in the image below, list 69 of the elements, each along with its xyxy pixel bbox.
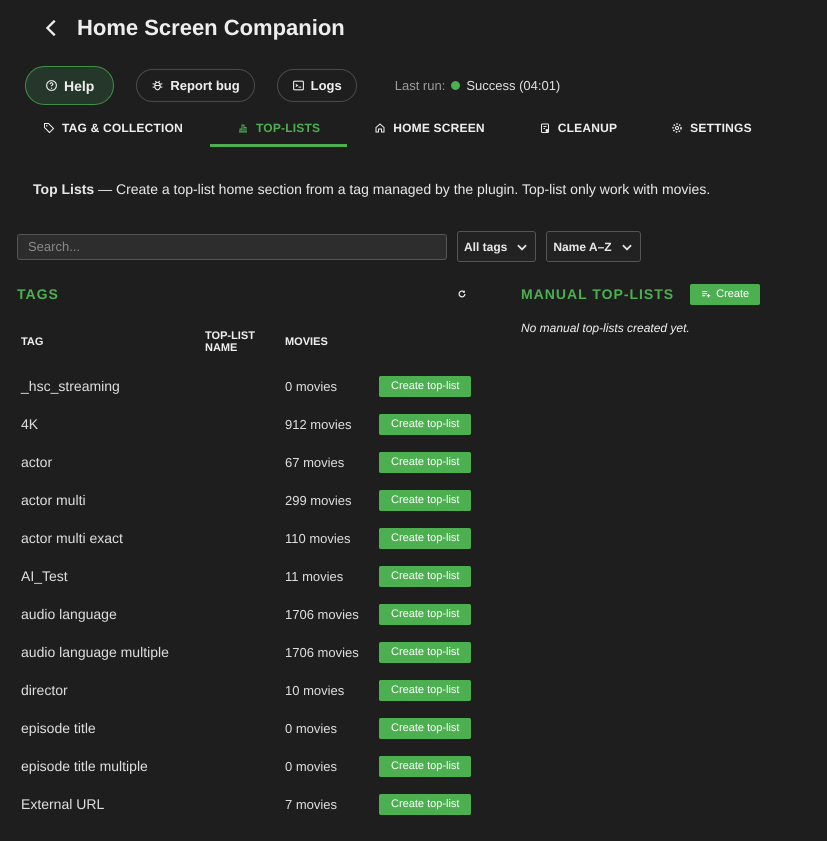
refresh-button[interactable]: [457, 289, 467, 299]
table-cell-text: External URL: [20, 796, 106, 812]
create-top-list-button[interactable]: Create top-list: [379, 604, 472, 624]
create-top-list-button[interactable]: Create top-list: [379, 490, 472, 510]
playlist-add-icon: [701, 289, 712, 299]
column-header: TOP-LIST NAME: [205, 330, 256, 354]
create-top-list-button[interactable]: Create top-list: [379, 566, 472, 586]
table-cell-text: audio language multiple: [20, 644, 170, 660]
tag-filter-dropdown[interactable]: All tags: [457, 231, 536, 262]
table-cell-text: 110 movies: [285, 530, 352, 546]
table-cell-text: 10 movies: [285, 682, 346, 698]
table-cell-text: 11 movies: [285, 568, 344, 584]
tab[interactable]: TOP-LISTS: [210, 111, 348, 147]
tab[interactable]: HOME SCREEN: [347, 111, 512, 147]
table-cell-text: actor multi exact: [20, 530, 124, 546]
create-top-list-button[interactable]: Create top-list: [379, 680, 472, 700]
table-cell-text: 0 movies: [285, 758, 338, 774]
tab[interactable]: CLEANUP: [512, 111, 644, 147]
create-top-list-button[interactable]: Create top-list: [379, 452, 472, 472]
last-run-label: Last run:: [394, 78, 446, 93]
bug-icon: [151, 79, 164, 92]
create-top-list-button[interactable]: Create top-list: [379, 642, 472, 662]
search-field[interactable]: Search...: [17, 234, 447, 260]
empty-message: No manual top-lists created yet.: [521, 321, 691, 335]
description-text: Top Lists — Create a top-list home section from a tag managed by the plugin. Top-list only work with movies.: [33, 181, 712, 197]
table-cell-text: 0 movies: [285, 378, 338, 394]
column-header: MOVIES: [285, 336, 329, 348]
bar-chart-icon: [236, 122, 249, 134]
table-cell-text: AI_Test: [20, 568, 69, 584]
table-cell-text: _hsc_streaming: [20, 378, 121, 394]
create-top-list-button[interactable]: Create top-list: [379, 376, 472, 396]
table-cell-text: 67 movies: [285, 454, 346, 470]
page-title: Home Screen Companion: [77, 15, 345, 41]
table-cell-text: 7 movies: [285, 796, 338, 812]
sort-dropdown[interactable]: Name A–Z: [546, 231, 641, 262]
table-cell-text: episode title: [20, 720, 97, 736]
create-top-list-button[interactable]: Create top-list: [379, 414, 472, 434]
create-top-list-button[interactable]: Create top-list: [379, 756, 472, 776]
clipboard-icon: [538, 122, 551, 134]
section-title: TAGS: [17, 286, 59, 302]
table-cell-text: actor multi: [20, 492, 87, 508]
logs-button[interactable]: Logs: [276, 69, 357, 102]
last-run-status: Success (04:01): [466, 78, 560, 93]
create-top-list-button[interactable]: Create top-list: [379, 528, 472, 548]
settings-icon: [671, 122, 684, 134]
column-header: TAG: [20, 336, 44, 348]
help-button[interactable]: Help: [25, 66, 114, 105]
help-icon: [45, 79, 58, 92]
table-cell-text: 299 movies: [285, 492, 352, 508]
table-cell-text: director: [20, 682, 69, 698]
create-top-list-button[interactable]: Create top-list: [379, 718, 472, 738]
table-cell-text: episode title multiple: [20, 758, 149, 774]
terminal-icon: [292, 79, 305, 92]
table-cell-text: audio language: [20, 606, 118, 622]
table-cell-text: 0 movies: [285, 720, 338, 736]
create-button[interactable]: Create: [690, 284, 760, 304]
section-title: MANUAL TOP-LISTS: [521, 286, 674, 302]
refresh-icon: [457, 289, 467, 299]
tag-icon: [43, 122, 55, 134]
table-cell-text: 1706 movies: [285, 606, 360, 622]
report-bug-button[interactable]: Report bug: [136, 69, 255, 102]
create-top-list-button[interactable]: Create top-list: [379, 794, 472, 814]
table-cell-text: actor: [20, 454, 54, 470]
tab[interactable]: SETTINGS: [644, 111, 779, 147]
table-cell-text: 912 movies: [285, 416, 352, 432]
table-cell-text: 1706 movies: [285, 644, 360, 660]
tab[interactable]: TAG & COLLECTION: [17, 111, 210, 147]
table-cell-text: 4K: [20, 416, 40, 432]
home-icon: [374, 122, 386, 134]
